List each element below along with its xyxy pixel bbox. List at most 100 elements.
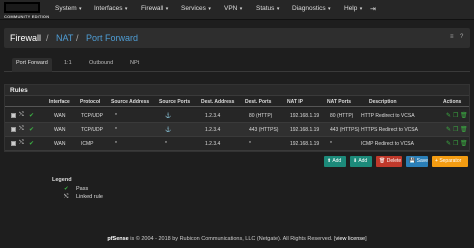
delete-icon[interactable]: 🗑: [460, 126, 468, 133]
row-checkbox[interactable]: [11, 141, 16, 146]
cell-protocol: TCP/UDP: [81, 113, 103, 119]
chevron-down-icon: ▾: [123, 6, 128, 12]
tab-npt[interactable]: NPt: [130, 60, 139, 66]
table-row[interactable]: ✔ ⤭ WAN TCP/UDP * ⚓ 1.2.3.4 443 (HTTPS) …: [5, 123, 469, 137]
cell-nat-ip: 192.168.1.19: [290, 127, 320, 133]
cell-dest-ports: 443 (HTTPS): [249, 127, 279, 133]
row-checkbox[interactable]: [11, 127, 16, 132]
edit-icon[interactable]: ✎: [446, 126, 451, 133]
rules-panel-header: Rules: [5, 85, 469, 96]
cell-interface: WAN: [54, 113, 66, 119]
add-top-button[interactable]: ⬆ Add: [324, 156, 346, 167]
menu-status[interactable]: Status ▾: [256, 5, 279, 12]
table-row[interactable]: ✔ ⤭ WAN ICMP * * 1.2.3.4 * 192.168.1.19 …: [5, 137, 469, 151]
cell-nat-ports: 80 (HTTP): [330, 113, 354, 119]
cell-description: HTTPS Redirect to VCSA: [361, 127, 418, 133]
edition-label: COMMUNITY EDITION: [4, 14, 50, 19]
cell-dest-ports: *: [249, 141, 251, 147]
footer-brand: pfSense: [107, 236, 129, 242]
menu-system-label: System: [55, 5, 77, 12]
chevron-down-icon: ▾: [164, 6, 169, 12]
cell-description: HTTP Redirect to VCSA: [361, 113, 415, 119]
cell-nat-ip: 192.168.1.19: [290, 113, 320, 119]
shuffle-icon: ⤭: [19, 140, 24, 146]
menu-services[interactable]: Services ▾: [181, 5, 211, 12]
cell-nat-ports: 443 (HTTPS): [330, 127, 360, 133]
tab-outbound[interactable]: Outbound: [89, 60, 113, 66]
tab-port-forward[interactable]: Port Forward: [16, 60, 48, 66]
tab-one-to-one[interactable]: 1:1: [64, 60, 72, 66]
col-interface[interactable]: Interface: [49, 99, 70, 105]
breadcrumb-nat[interactable]: NAT: [56, 33, 73, 43]
copy-icon[interactable]: ❐: [453, 126, 458, 133]
cell-source-address: *: [115, 127, 117, 133]
menu-system[interactable]: System ▾: [55, 5, 82, 12]
top-navbar: COMMUNITY EDITION System ▾ Interfaces ▾ …: [0, 0, 474, 20]
row-checkbox[interactable]: [11, 113, 16, 118]
breadcrumb-separator: /: [76, 33, 79, 43]
chevron-down-icon: ▾: [326, 6, 331, 12]
cell-interface: WAN: [54, 141, 66, 147]
col-source-ports[interactable]: Source Ports: [159, 99, 190, 105]
delete-icon[interactable]: 🗑: [460, 112, 468, 119]
nat-tabs: Port Forward 1:1 Outbound NPt: [4, 58, 470, 72]
cell-interface: WAN: [54, 127, 66, 133]
menu-vpn[interactable]: VPN ▾: [224, 5, 242, 12]
col-nat-ports[interactable]: NAT Ports: [327, 99, 351, 105]
menu-diagnostics[interactable]: Diagnostics ▾: [292, 5, 331, 12]
rules-panel: Rules Interface Protocol Source Address …: [4, 84, 470, 152]
logout-icon[interactable]: ⇥: [370, 5, 376, 13]
menu-interfaces-label: Interfaces: [94, 5, 123, 12]
col-dest-ports[interactable]: Dest. Ports: [245, 99, 271, 105]
sliders-icon[interactable]: ≡: [450, 34, 454, 40]
table-header: Interface Protocol Source Address Source…: [5, 97, 469, 107]
chevron-down-icon: ▾: [238, 6, 243, 12]
chevron-down-icon: ▾: [275, 6, 280, 12]
action-buttons: ⬆ Add ⬇ Add 🗑 Delete 💾 Save + Separator: [0, 156, 474, 167]
view-license-link[interactable]: view license: [335, 236, 365, 242]
page-titlebar: Firewall / NAT / Port Forward ≡ ?: [4, 28, 470, 48]
save-label: Save: [416, 158, 429, 164]
add-bottom-label: Add: [358, 158, 368, 164]
edit-icon[interactable]: ✎: [446, 112, 451, 119]
copy-icon[interactable]: ❐: [453, 112, 458, 119]
breadcrumb-port-forward[interactable]: Port Forward: [86, 33, 138, 43]
col-protocol[interactable]: Protocol: [80, 99, 100, 105]
cell-protocol: TCP/UDP: [81, 127, 103, 133]
page-footer: pfSense is © 2004 - 2018 by Rubicon Comm…: [0, 236, 474, 248]
footer-end: ]: [365, 236, 367, 242]
menu-interfaces[interactable]: Interfaces ▾: [94, 5, 127, 12]
chevron-down-icon: ▾: [77, 6, 82, 12]
delete-icon[interactable]: 🗑: [460, 140, 468, 147]
col-dest-address[interactable]: Dest. Address: [201, 99, 234, 105]
add-bottom-button[interactable]: ⬇ Add: [350, 156, 372, 167]
shuffle-icon: ⤭: [19, 126, 24, 132]
col-source-address[interactable]: Source Address: [111, 99, 149, 105]
menu-services-label: Services: [181, 5, 206, 12]
check-icon: ✔: [29, 127, 35, 133]
edit-icon[interactable]: ✎: [446, 140, 451, 147]
cell-description: ICMP Redirect to VCSA: [361, 141, 414, 147]
help-icon[interactable]: ?: [460, 34, 463, 40]
pfsense-logo[interactable]: COMMUNITY EDITION: [4, 2, 54, 19]
shuffle-icon: ⤭: [19, 112, 24, 118]
anchor-icon: ⚓: [165, 113, 172, 119]
cell-nat-ports: *: [330, 141, 332, 147]
separator-button[interactable]: + Separator: [432, 156, 468, 167]
col-nat-ip[interactable]: NAT IP: [287, 99, 303, 105]
menu-help-label: Help: [344, 5, 358, 12]
legend-linked-label: Linked rule: [76, 194, 103, 200]
menu-help[interactable]: Help ▾: [344, 5, 362, 12]
delete-button[interactable]: 🗑 Delete: [376, 156, 402, 167]
footer-copyright: is © 2004 - 2018 by Rubicon Communicatio…: [128, 236, 336, 242]
anchor-icon: ⚓: [165, 127, 172, 133]
save-button[interactable]: 💾 Save: [406, 156, 428, 167]
legend-linked: ⤭ Linked rule: [64, 194, 103, 201]
menu-firewall[interactable]: Firewall ▾: [141, 5, 168, 12]
copy-icon[interactable]: ❐: [453, 140, 458, 147]
table-row[interactable]: ✔ ⤭ WAN TCP/UDP * ⚓ 1.2.3.4 80 (HTTP) 19…: [5, 109, 469, 123]
col-description[interactable]: Description: [369, 99, 397, 105]
cell-dest-address: 1.2.3.4: [205, 127, 221, 133]
cell-source-address: *: [115, 113, 117, 119]
logo-mark: [4, 2, 40, 13]
